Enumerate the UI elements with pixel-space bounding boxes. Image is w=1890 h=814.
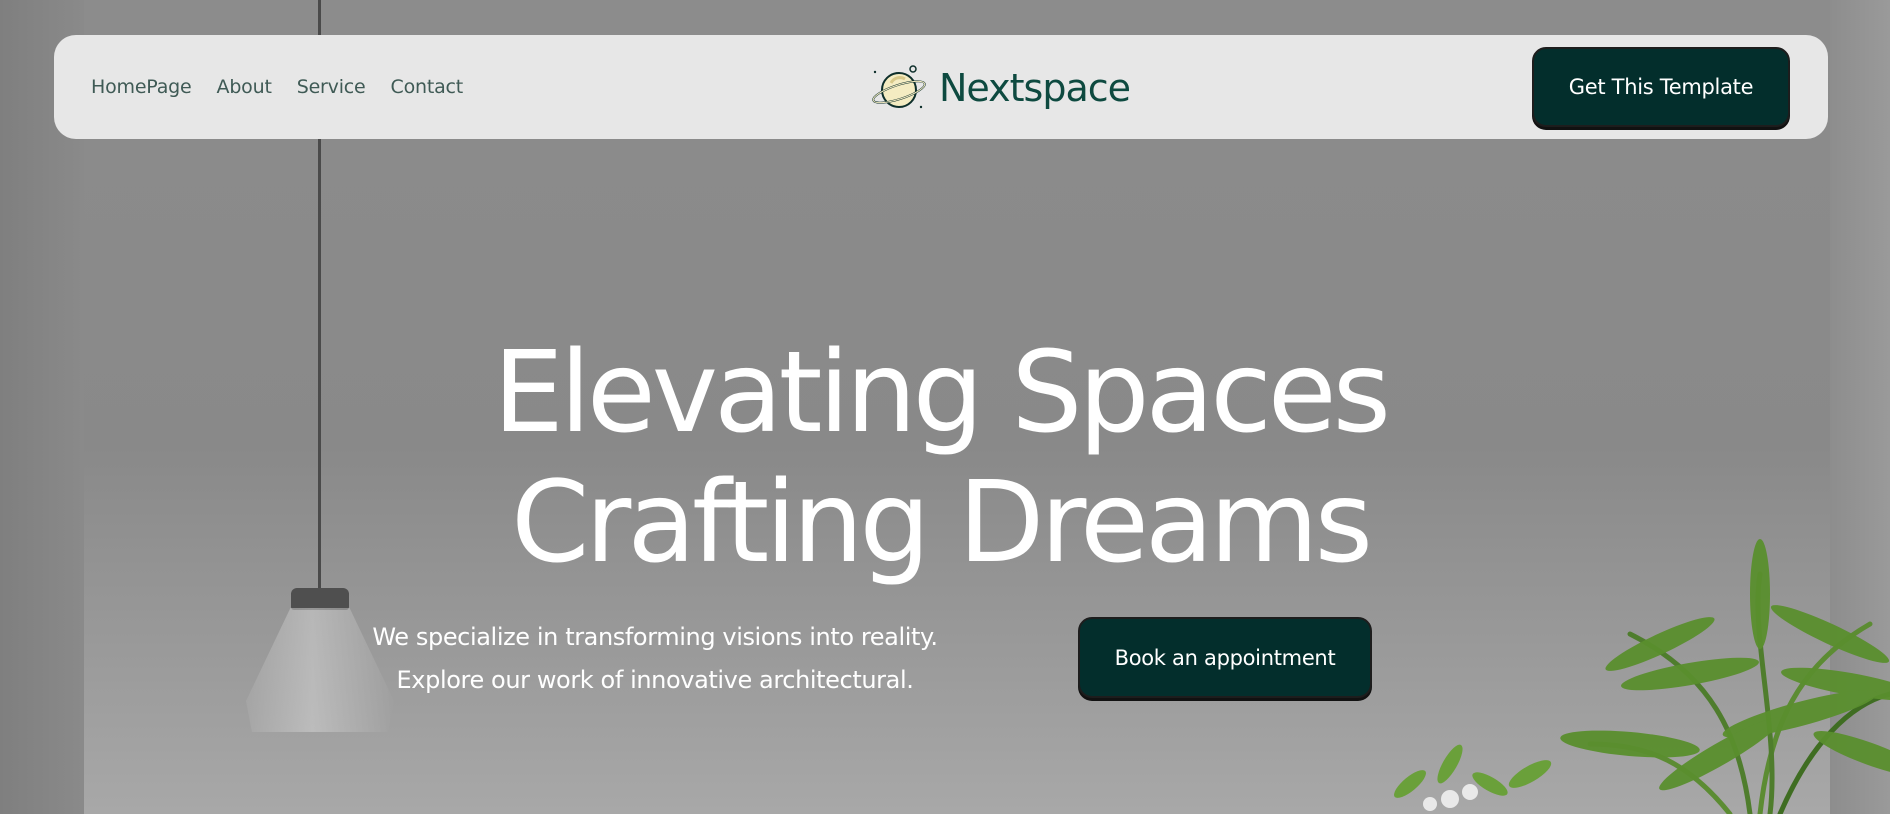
brand-name: Nextspace bbox=[939, 66, 1131, 110]
hero-subtitle: We specialize in transforming visions in… bbox=[330, 616, 980, 702]
hero-title-line-1: Elevating Spaces bbox=[492, 328, 1391, 458]
nav-link-contact[interactable]: Contact bbox=[391, 76, 464, 98]
nav-links: HomePage About Service Contact bbox=[91, 35, 463, 139]
hero-title: Elevating Spaces Crafting Dreams bbox=[380, 328, 1500, 588]
hero-subtitle-line-2: Explore our work of innovative architect… bbox=[396, 666, 914, 694]
nav-link-homepage[interactable]: HomePage bbox=[91, 76, 192, 98]
navbar: HomePage About Service Contact Nextspace… bbox=[54, 35, 1828, 139]
hero-subtitle-line-1: We specialize in transforming visions in… bbox=[372, 623, 938, 651]
hero-title-line-2: Crafting Dreams bbox=[511, 458, 1373, 588]
pendant-lamp-cap bbox=[291, 588, 349, 610]
brand-logo[interactable]: Nextspace bbox=[869, 61, 1131, 115]
nav-link-about[interactable]: About bbox=[217, 76, 272, 98]
planet-icon bbox=[872, 65, 926, 109]
book-appointment-button[interactable]: Book an appointment bbox=[1078, 617, 1372, 698]
get-template-button[interactable]: Get This Template bbox=[1532, 47, 1790, 127]
nav-link-service[interactable]: Service bbox=[297, 76, 366, 98]
